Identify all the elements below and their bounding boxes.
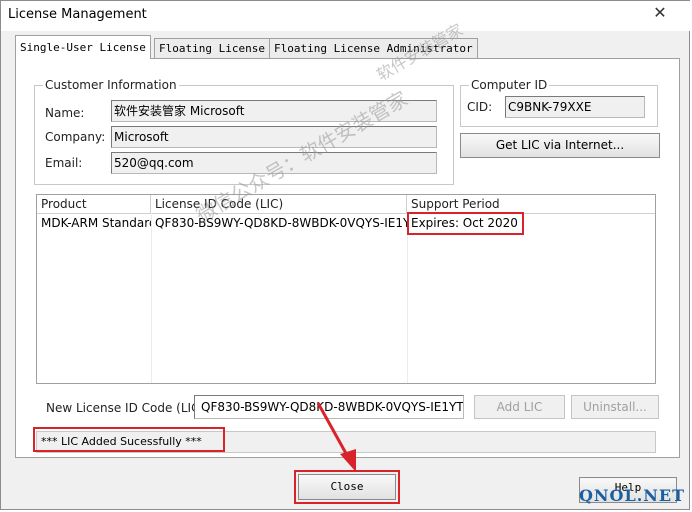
site-logo: QNOL.NET (578, 486, 685, 505)
company-label: Company: (45, 130, 106, 144)
highlight-box-support-period (407, 212, 524, 235)
license-list[interactable]: Product License ID Code (LIC) Support Pe… (36, 194, 656, 384)
table-row[interactable]: MDK-ARM Standard QF830-BS9WY-QD8KD-8WBDK… (37, 214, 655, 232)
single-user-license-panel: Customer Information Name: 软件安装管家 Micros… (15, 58, 680, 472)
tab-single-user-license[interactable]: Single-User License (15, 35, 151, 59)
license-list-header: Product License ID Code (LIC) Support Pe… (37, 195, 655, 214)
email-field[interactable]: 520@qq.com (111, 152, 437, 174)
uninstall-button[interactable]: Uninstall... (571, 395, 659, 419)
cell-product: MDK-ARM Standard (41, 216, 151, 230)
red-arrow-annotation (316, 402, 356, 472)
close-window-icon[interactable]: ✕ (637, 3, 683, 23)
get-lic-via-internet-button[interactable]: Get LIC via Internet... (460, 133, 660, 158)
column-header-lic[interactable]: License ID Code (LIC) (151, 195, 407, 213)
customer-information-group: Customer Information Name: 软件安装管家 Micros… (34, 78, 454, 185)
computer-id-group: Computer ID CID: C9BNK-79XXE (460, 78, 658, 127)
column-header-product[interactable]: Product (37, 195, 151, 213)
cid-field[interactable]: C9BNK-79XXE (505, 96, 645, 118)
column-divider (151, 213, 152, 383)
highlight-box-close (294, 470, 400, 504)
title-bar: License Management ✕ (1, 1, 691, 31)
highlight-box-status (33, 427, 225, 452)
new-lic-label: New License ID Code (LIC): (46, 401, 209, 415)
customer-information-legend: Customer Information (43, 78, 179, 92)
column-divider (407, 213, 408, 383)
name-field[interactable]: 软件安装管家 Microsoft (111, 100, 437, 122)
computer-id-legend: Computer ID (469, 78, 550, 92)
tab-floating-license-administrator[interactable]: Floating License Administrator (269, 38, 478, 58)
license-management-window: License Management ✕ Single-User License… (0, 0, 691, 510)
cell-lic: QF830-BS9WY-QD8KD-8WBDK-0VQYS-IE1YT (155, 216, 407, 230)
email-label: Email: (45, 156, 83, 170)
tab-floating-license[interactable]: Floating License (154, 38, 270, 58)
window-title: License Management (8, 7, 147, 22)
add-lic-button[interactable]: Add LIC (474, 395, 565, 419)
cid-label: CID: (467, 100, 493, 114)
column-header-support-period[interactable]: Support Period (407, 195, 655, 213)
name-label: Name: (45, 106, 85, 120)
company-field[interactable]: Microsoft (111, 126, 437, 148)
